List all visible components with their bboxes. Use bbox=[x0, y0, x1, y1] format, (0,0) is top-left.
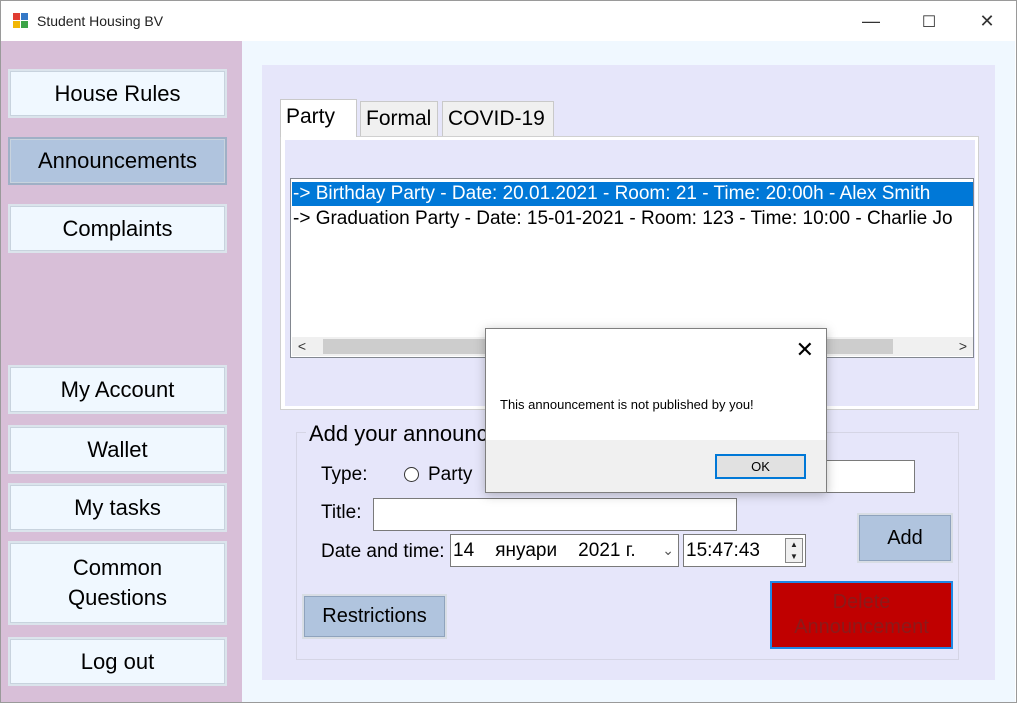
tab-formal[interactable]: Formal bbox=[360, 101, 438, 136]
spin-up-icon[interactable]: ▲ bbox=[786, 539, 802, 550]
chevron-down-icon[interactable]: ⌄ bbox=[662, 535, 674, 566]
nav-log-out-button[interactable]: Log out bbox=[8, 637, 227, 686]
delete-button-line1: Delete bbox=[832, 591, 891, 613]
datetime-label: Date and time: bbox=[321, 541, 445, 562]
party-radio[interactable] bbox=[404, 467, 419, 482]
date-picker[interactable]: 14 януари 2021 г. ⌄ bbox=[450, 534, 679, 567]
title-bar[interactable]: Student Housing BV — ☐ ✕ bbox=[1, 1, 1016, 42]
nav-house-rules-button[interactable]: House Rules bbox=[8, 69, 227, 118]
nav-complaints-button[interactable]: Complaints bbox=[8, 204, 227, 253]
restrictions-button[interactable]: Restrictions bbox=[302, 594, 447, 639]
dialog-message: This announcement is not published by yo… bbox=[500, 397, 754, 412]
date-value: 14 януари 2021 г. bbox=[453, 540, 636, 561]
tab-covid-19[interactable]: COVID-19 bbox=[442, 101, 554, 136]
nav-my-tasks-button[interactable]: My tasks bbox=[8, 483, 227, 532]
type-label: Type: bbox=[321, 464, 368, 485]
minimize-icon[interactable]: — bbox=[842, 1, 900, 42]
nav-wallet-button[interactable]: Wallet bbox=[8, 425, 227, 474]
spin-down-icon[interactable]: ▼ bbox=[786, 551, 802, 562]
close-icon[interactable]: ✕ bbox=[958, 1, 1016, 42]
time-spinner[interactable]: ▲ ▼ bbox=[785, 538, 803, 563]
app-icon bbox=[13, 13, 29, 29]
tab-party[interactable]: Party bbox=[280, 99, 357, 137]
dialog-close-icon[interactable]: ✕ bbox=[796, 337, 814, 363]
scroll-left-icon[interactable]: < bbox=[292, 337, 312, 356]
dialog-footer: OK bbox=[486, 440, 826, 492]
nav-my-account-button[interactable]: My Account bbox=[8, 365, 227, 414]
nav-common-questions-line1: Common bbox=[72, 555, 163, 580]
window-title: Student Housing BV bbox=[37, 13, 164, 29]
time-picker[interactable]: 15:47:43 ▲ ▼ bbox=[683, 534, 806, 567]
maximize-icon[interactable]: ☐ bbox=[900, 1, 958, 42]
delete-announcement-button[interactable]: Delete Announcement bbox=[770, 581, 953, 649]
party-radio-label[interactable]: Party bbox=[428, 464, 472, 486]
nav-common-questions-line2: Questions bbox=[67, 585, 168, 610]
scroll-right-icon[interactable]: > bbox=[953, 337, 973, 356]
title-label: Title: bbox=[321, 502, 362, 523]
list-item[interactable]: -> Graduation Party - Date: 15-01-2021 -… bbox=[292, 207, 953, 231]
time-value: 15:47:43 bbox=[686, 540, 760, 561]
title-input[interactable] bbox=[373, 498, 737, 531]
ok-button[interactable]: OK bbox=[715, 454, 806, 479]
list-item[interactable]: -> Birthday Party - Date: 20.01.2021 - R… bbox=[292, 182, 973, 206]
nav-common-questions-button[interactable]: Common Questions bbox=[8, 541, 227, 625]
nav-announcements-button[interactable]: Announcements bbox=[8, 137, 227, 185]
message-dialog: ✕ This announcement is not published by … bbox=[485, 328, 827, 493]
delete-button-line2: Announcement bbox=[794, 616, 929, 638]
add-button[interactable]: Add bbox=[857, 513, 953, 563]
